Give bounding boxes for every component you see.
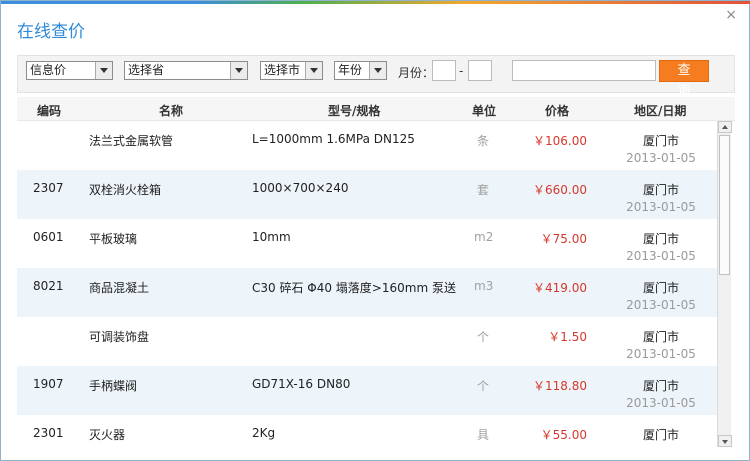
cell-city: 厦门市 bbox=[642, 183, 679, 197]
cell-city: 厦门市 bbox=[642, 134, 679, 148]
cell-name: 商品混凝土 bbox=[89, 281, 150, 295]
cell-date: 2013-01-05 bbox=[626, 249, 696, 263]
keyword-input[interactable] bbox=[512, 60, 656, 81]
cell-spec: 2Kg bbox=[252, 426, 276, 440]
cell-region-date: 厦门市 2013-01-05 bbox=[616, 328, 706, 361]
cell-name: 平板玻璃 bbox=[89, 232, 138, 246]
cell-name: 双栓消火栓箱 bbox=[89, 183, 162, 197]
cell-name: 可调装饰盘 bbox=[89, 330, 150, 344]
info-type-select[interactable]: 信息价 bbox=[26, 61, 113, 80]
cell-name: 手柄蝶阀 bbox=[89, 379, 138, 393]
column-header-unit: 单位 bbox=[472, 104, 497, 118]
cell-city: 厦门市 bbox=[642, 428, 679, 442]
info-type-value: 信息价 bbox=[30, 63, 67, 77]
column-header-spec: 型号/规格 bbox=[328, 104, 381, 118]
cell-code: 1907 bbox=[33, 377, 64, 391]
month-from-input[interactable] bbox=[432, 60, 456, 81]
cell-date: 2013-01-05 bbox=[626, 347, 696, 361]
month-to-input[interactable] bbox=[468, 60, 492, 81]
cell-name: 灭火器 bbox=[89, 428, 126, 442]
chevron-down-icon bbox=[95, 62, 112, 79]
column-header-price: 价格 bbox=[545, 104, 570, 118]
table-row[interactable]: 0601 平板玻璃 10mm m2 ￥75.00 厦门市 2013-01-05 bbox=[17, 219, 717, 268]
cell-spec: 10mm bbox=[252, 230, 291, 244]
cell-date: 2013-01-05 bbox=[626, 298, 696, 312]
chevron-down-icon bbox=[230, 62, 247, 79]
year-select[interactable]: 年份 bbox=[334, 61, 387, 80]
cell-unit: 条 bbox=[477, 134, 490, 148]
top-color-strip bbox=[1, 1, 750, 4]
cell-code: 8021 bbox=[33, 279, 64, 293]
scroll-down-icon[interactable] bbox=[718, 435, 732, 447]
cell-unit: 具 bbox=[477, 428, 490, 442]
table-header: 编码 名称 型号/规格 单位 价格 地区/日期 bbox=[17, 97, 735, 121]
cell-region-date: 厦门市 2013-01-05 bbox=[616, 230, 706, 263]
table-row[interactable]: 2307 双栓消火栓箱 1000×700×240 套 ￥660.00 厦门市 2… bbox=[17, 170, 717, 219]
cell-code: 2301 bbox=[33, 426, 64, 440]
scroll-up-icon[interactable] bbox=[718, 121, 732, 133]
city-value: 选择市 bbox=[264, 63, 301, 77]
cell-price: ￥75.00 bbox=[540, 232, 587, 246]
column-header-code: 编码 bbox=[37, 104, 62, 118]
vertical-scrollbar[interactable] bbox=[717, 121, 732, 447]
cell-price: ￥1.50 bbox=[548, 330, 587, 344]
table-row[interactable]: 可调装饰盘 个 ￥1.50 厦门市 2013-01-05 bbox=[17, 317, 717, 366]
table-row[interactable]: 2301 灭火器 2Kg 具 ￥55.00 厦门市 bbox=[17, 415, 717, 447]
cell-unit: m2 bbox=[474, 230, 494, 244]
cell-price: ￥55.00 bbox=[540, 428, 587, 442]
cell-spec: 1000×700×240 bbox=[252, 181, 349, 195]
cell-code: 0601 bbox=[33, 230, 64, 244]
cell-city: 厦门市 bbox=[642, 379, 679, 393]
province-value: 选择省 bbox=[128, 63, 165, 77]
table-row[interactable]: 1907 手柄蝶阀 GD71X-16 DN80 个 ￥118.80 厦门市 20… bbox=[17, 366, 717, 415]
filter-bar: 信息价 选择省 选择市 年份 月份： - 查 询 bbox=[17, 55, 735, 98]
cell-name: 法兰式金属软管 bbox=[89, 134, 174, 148]
cell-price: ￥118.80 bbox=[533, 379, 587, 393]
cell-date: 2013-01-05 bbox=[626, 396, 696, 410]
cell-region-date: 厦门市 bbox=[616, 426, 706, 445]
cell-code: 2307 bbox=[33, 181, 64, 195]
cell-city: 厦门市 bbox=[642, 330, 679, 344]
month-label: 月份： bbox=[398, 66, 435, 80]
cell-price: ￥106.00 bbox=[533, 134, 587, 148]
results-table-body: 法兰式金属软管 L=1000mm 1.6MPa DN125 条 ￥106.00 … bbox=[17, 121, 717, 447]
cell-region-date: 厦门市 2013-01-05 bbox=[616, 132, 706, 165]
dialog-title: 在线查价 bbox=[17, 22, 85, 42]
column-header-name: 名称 bbox=[159, 104, 184, 118]
cell-date: 2013-01-05 bbox=[626, 200, 696, 214]
city-select[interactable]: 选择市 bbox=[260, 61, 323, 80]
scrollbar-thumb[interactable] bbox=[719, 135, 730, 275]
cell-spec: GD71X-16 DN80 bbox=[252, 377, 351, 391]
cell-price: ￥660.00 bbox=[533, 183, 587, 197]
column-header-region-date: 地区/日期 bbox=[634, 104, 687, 118]
chevron-down-icon bbox=[305, 62, 322, 79]
cell-unit: m3 bbox=[474, 279, 494, 293]
cell-city: 厦门市 bbox=[642, 281, 679, 295]
cell-spec: L=1000mm 1.6MPa DN125 bbox=[252, 132, 415, 146]
close-icon[interactable]: × bbox=[725, 7, 737, 23]
price-query-dialog: 在线查价 × 信息价 选择省 选择市 年份 月份： - 查 询 编码 名称 型号… bbox=[0, 0, 750, 461]
query-button[interactable]: 查 询 bbox=[659, 60, 709, 98]
cell-region-date: 厦门市 2013-01-05 bbox=[616, 377, 706, 410]
cell-price: ￥419.00 bbox=[533, 281, 587, 295]
cell-region-date: 厦门市 2013-01-05 bbox=[616, 181, 706, 214]
year-value: 年份 bbox=[338, 63, 363, 77]
cell-spec: C30 碎石 Φ40 塌落度>160mm 泵送 bbox=[252, 281, 456, 295]
cell-unit: 个 bbox=[477, 379, 490, 393]
cell-date: 2013-01-05 bbox=[626, 151, 696, 165]
table-row[interactable]: 法兰式金属软管 L=1000mm 1.6MPa DN125 条 ￥106.00 … bbox=[17, 121, 717, 170]
table-row[interactable]: 8021 商品混凝土 C30 碎石 Φ40 塌落度>160mm 泵送 m3 ￥4… bbox=[17, 268, 717, 317]
cell-city: 厦门市 bbox=[642, 232, 679, 246]
month-separator: - bbox=[459, 64, 464, 78]
chevron-down-icon bbox=[369, 62, 386, 79]
cell-unit: 套 bbox=[477, 183, 490, 197]
province-select[interactable]: 选择省 bbox=[124, 61, 248, 80]
cell-unit: 个 bbox=[477, 330, 490, 344]
cell-region-date: 厦门市 2013-01-05 bbox=[616, 279, 706, 312]
